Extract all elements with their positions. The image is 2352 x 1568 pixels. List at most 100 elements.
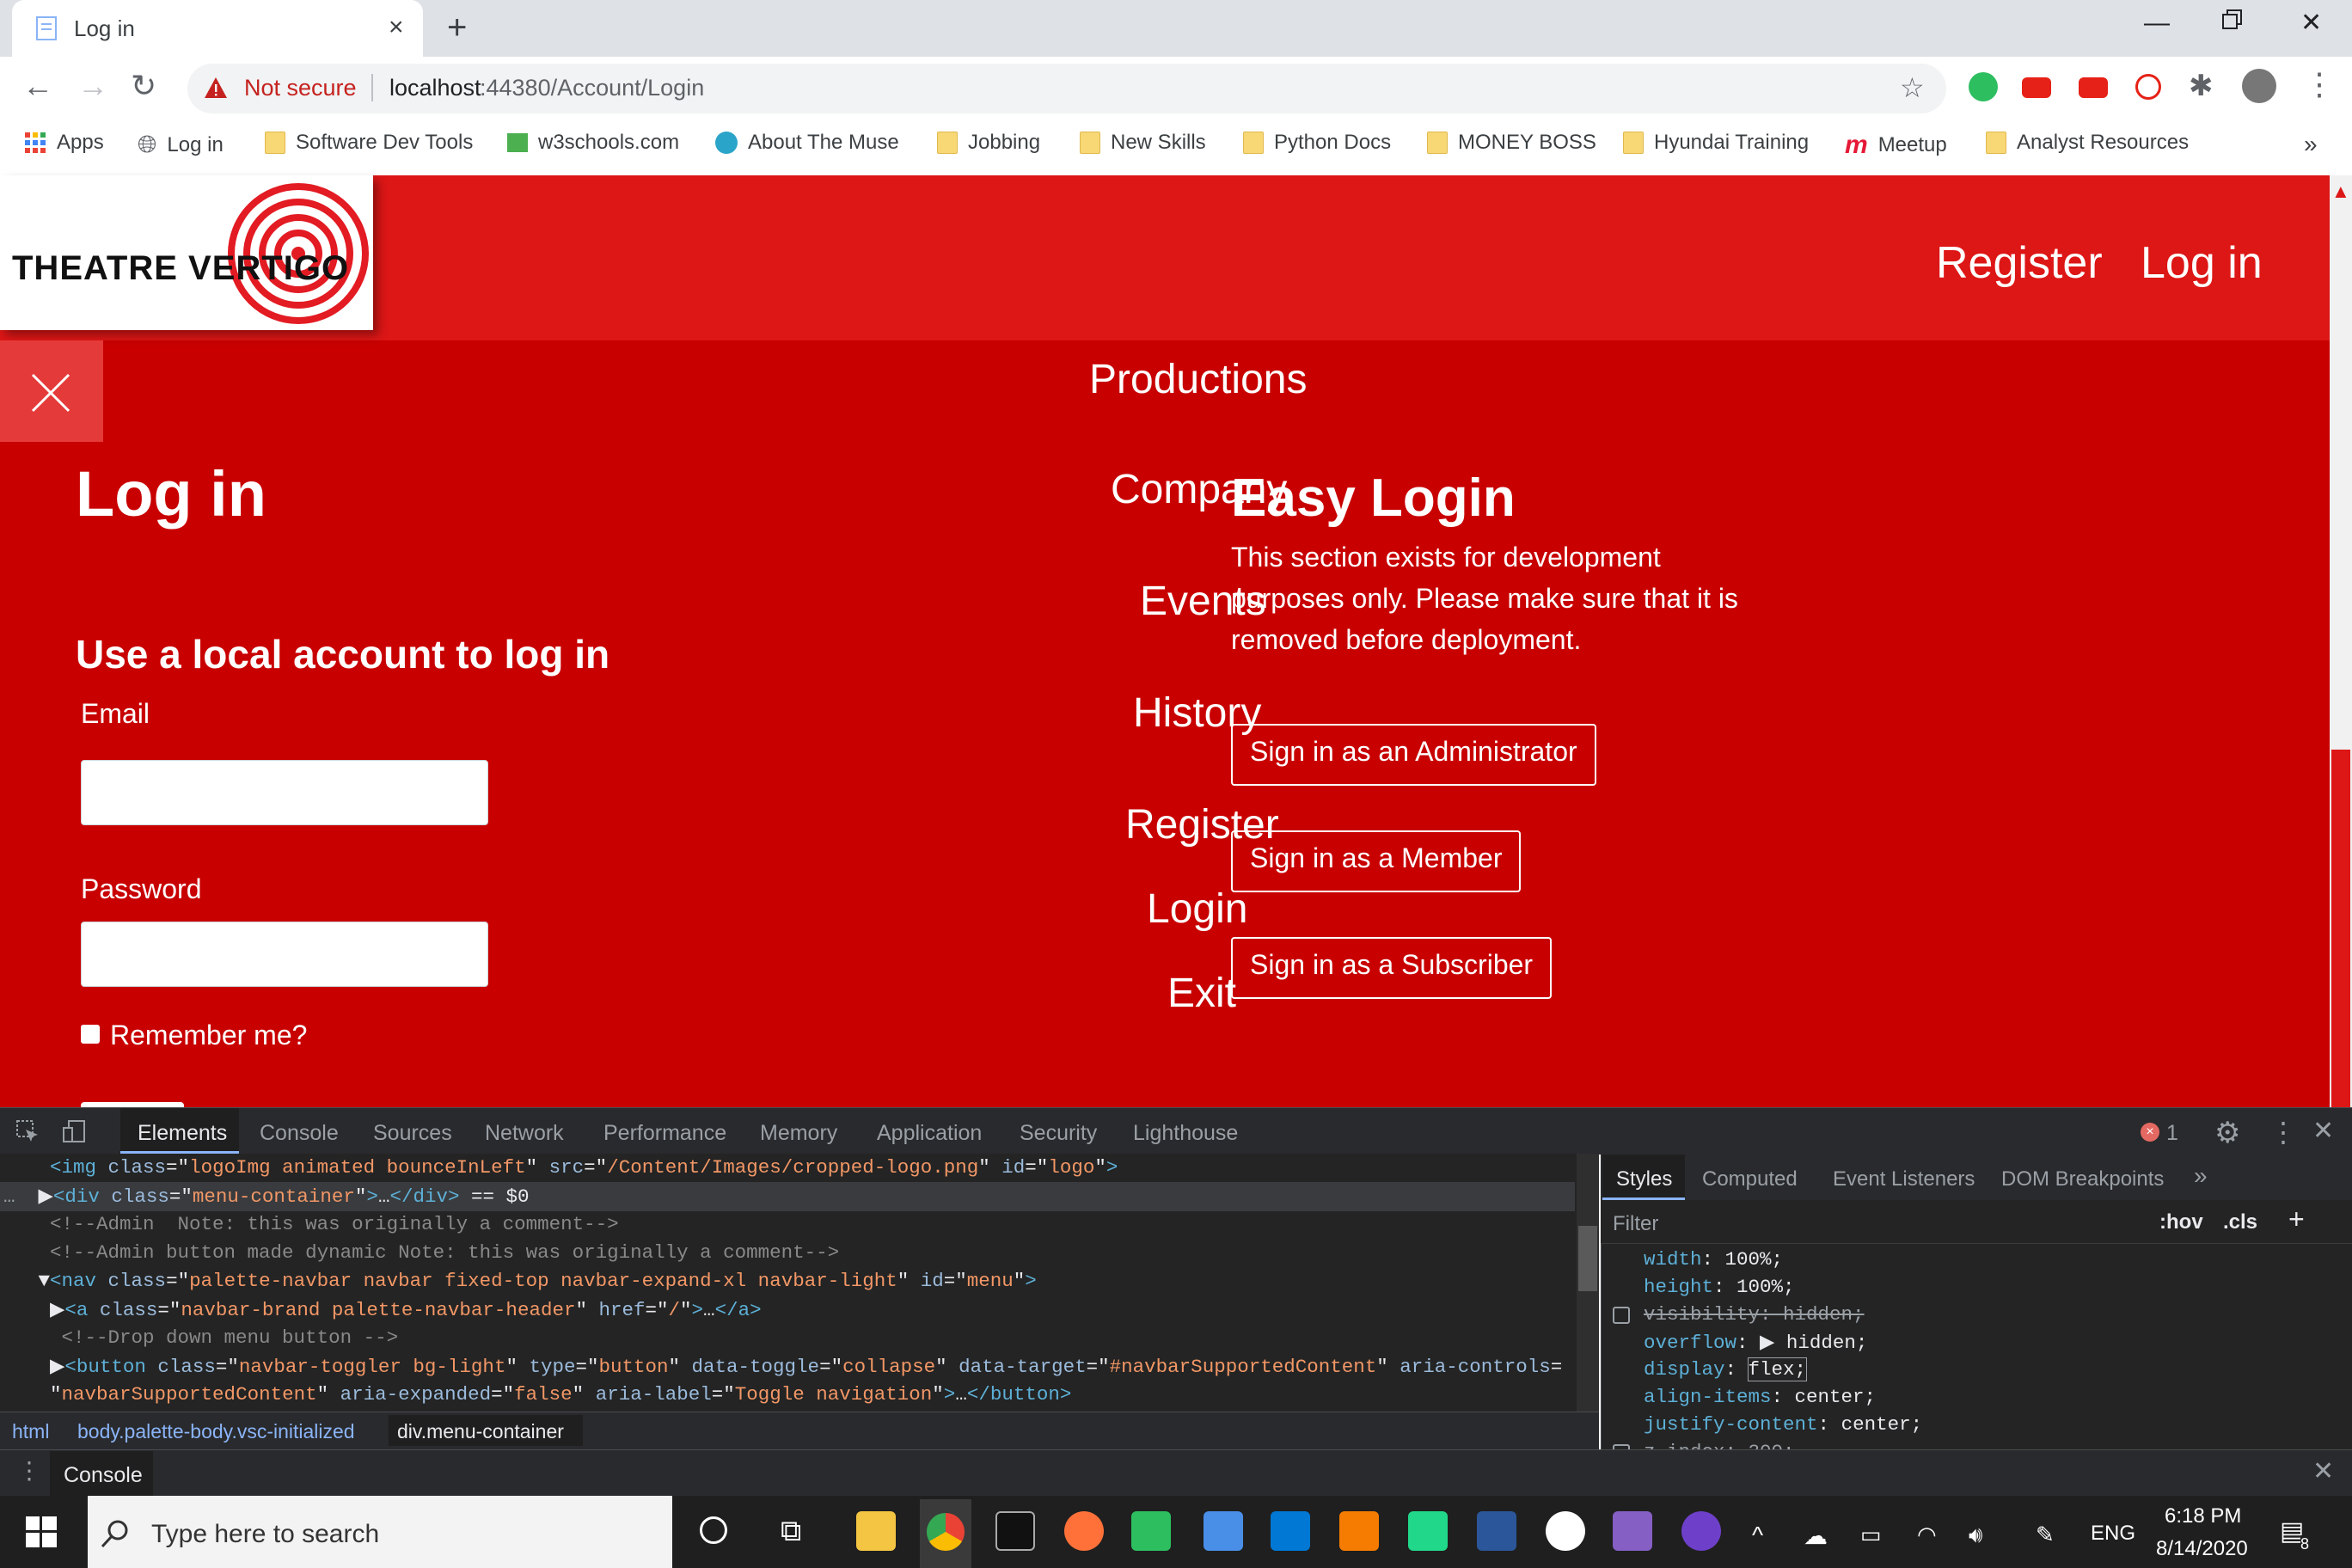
close-drawer-icon[interactable]: ✕	[2312, 1456, 2334, 1486]
inspect-element-icon[interactable]	[15, 1119, 40, 1143]
bookmark-w3schools[interactable]: w3schools.com	[507, 131, 679, 155]
terminal-icon[interactable]	[995, 1511, 1035, 1551]
youtube-dl-extension-icon[interactable]	[2079, 77, 2108, 98]
bookmark-analyst-resources[interactable]: Analyst Resources	[1986, 131, 2189, 155]
sign-in-member-button[interactable]: Sign in as a Member	[1231, 830, 1522, 892]
bookmark-about-the-muse[interactable]: About The Muse	[715, 131, 899, 155]
password-field[interactable]	[81, 922, 488, 987]
forward-icon[interactable]: →	[77, 70, 108, 101]
css-declaration[interactable]: overflow: ▶ hidden;	[1644, 1331, 1867, 1354]
new-style-rule-icon[interactable]: +	[2288, 1204, 2305, 1235]
volume-icon[interactable]: 🔊︎	[1969, 1522, 1982, 1549]
record-extension-icon[interactable]	[2135, 74, 2161, 100]
tray-overflow-icon[interactable]: ^	[1752, 1522, 1763, 1549]
bookmark-python-docs[interactable]: Python Docs	[1243, 131, 1391, 155]
dom-line[interactable]: … ▶<div class="menu-container">…</div> =…	[3, 1185, 529, 1208]
styles-tab-computed[interactable]: Computed	[1702, 1167, 1798, 1191]
bookmark-jobbing[interactable]: Jobbing	[937, 131, 1040, 155]
css-value[interactable]: 100%;	[1725, 1248, 1784, 1271]
css-value[interactable]: flex;	[1747, 1357, 1808, 1381]
more-bookmarks-icon[interactable]: »	[2304, 131, 2318, 158]
not-secure-label[interactable]: Not secure	[244, 75, 357, 101]
css-value[interactable]: center;	[1795, 1386, 1877, 1408]
breadcrumb-menu-container[interactable]: div.menu-container	[397, 1420, 564, 1443]
dom-line[interactable]: <!--Admin Note: this was originally a co…	[3, 1213, 619, 1235]
close-tab-icon[interactable]: ×	[389, 15, 404, 40]
devtools-tab-elements[interactable]: Elements	[138, 1121, 227, 1146]
back-icon[interactable]: ←	[22, 70, 53, 101]
pen-icon[interactable]: ✎	[2036, 1522, 2055, 1548]
bookmark-software-dev-tools[interactable]: Software Dev Tools	[265, 131, 473, 155]
css-property[interactable]: overflow	[1644, 1332, 1736, 1354]
breadcrumb-body[interactable]: body.palette-body.vsc-initialized	[77, 1420, 355, 1443]
dom-line[interactable]: ▼<nav class="palette-navbar navbar fixed…	[3, 1270, 1037, 1292]
dom-tree-scrollbar-thumb[interactable]	[1578, 1226, 1597, 1291]
devtools-tab-sources[interactable]: Sources	[373, 1121, 452, 1146]
email-field[interactable]	[81, 760, 488, 825]
sign-in-subscriber-button[interactable]: Sign in as a Subscriber	[1231, 937, 1553, 999]
github-desktop-icon[interactable]	[1681, 1511, 1721, 1551]
devtools-tab-lighthouse[interactable]: Lighthouse	[1133, 1121, 1238, 1146]
devtools-tab-application[interactable]: Application	[877, 1121, 982, 1146]
dom-line[interactable]: "navbarSupportedContent" aria-expanded="…	[3, 1383, 1071, 1406]
styles-tab-event-listeners[interactable]: Event Listeners	[1833, 1167, 1975, 1191]
reload-icon[interactable]: ↻	[131, 70, 156, 101]
css-value[interactable]: center;	[1841, 1413, 1923, 1436]
vscode-icon[interactable]	[1271, 1511, 1310, 1551]
remember-me-checkbox[interactable]	[81, 1025, 100, 1044]
battery-icon[interactable]: ▭	[1860, 1522, 1882, 1548]
devtools-tab-performance[interactable]: Performance	[603, 1121, 726, 1146]
warning-icon[interactable]	[203, 76, 229, 100]
menu-item-exit[interactable]: Exit	[1167, 970, 1236, 1017]
pycharm-icon[interactable]	[1408, 1511, 1448, 1551]
evernote-icon[interactable]	[1131, 1511, 1171, 1551]
css-property[interactable]: width	[1644, 1248, 1702, 1271]
file-explorer-icon[interactable]	[856, 1511, 896, 1551]
console-drawer-tab[interactable]: Console	[64, 1463, 143, 1488]
dom-line[interactable]: <!--Drop down menu button -->	[3, 1326, 399, 1349]
error-icon[interactable]: ×	[2141, 1123, 2159, 1142]
devtools-tab-security[interactable]: Security	[1020, 1121, 1097, 1146]
close-window-icon[interactable]: ✕	[2300, 10, 2322, 36]
css-property[interactable]: visibility	[1644, 1303, 1760, 1326]
css-property[interactable]: align-items	[1644, 1386, 1772, 1408]
css-value[interactable]: 100%;	[1736, 1276, 1795, 1298]
devtools-close-icon[interactable]: ✕	[2312, 1116, 2334, 1146]
css-declaration[interactable]: justify-content: center;	[1644, 1413, 1922, 1436]
css-property[interactable]: height	[1644, 1276, 1713, 1298]
new-tab-icon[interactable]: +	[447, 10, 467, 45]
bookmark-new-skills[interactable]: New Skills	[1080, 131, 1206, 155]
cortana-icon[interactable]	[700, 1516, 727, 1544]
css-property[interactable]: display	[1644, 1358, 1725, 1381]
bookmark-apps[interactable]: Apps	[24, 131, 104, 155]
devtools-tab-network[interactable]: Network	[485, 1121, 564, 1146]
sign-in-administrator-button[interactable]: Sign in as an Administrator	[1231, 724, 1596, 786]
styles-filter-input[interactable]: Filter	[1613, 1212, 1658, 1236]
bookmark-log-in[interactable]: 🌐︎ Log in	[138, 131, 224, 159]
minimize-icon[interactable]: —	[2144, 10, 2170, 36]
evernote-extension-icon[interactable]	[1969, 72, 1998, 101]
scroll-up-icon[interactable]: ▲	[2331, 181, 2350, 203]
wifi-icon[interactable]: ◠	[1917, 1522, 1937, 1548]
menu-item-productions[interactable]: Productions	[1089, 356, 1307, 403]
styles-tab-more-icon[interactable]: »	[2194, 1162, 2208, 1190]
devtools-tab-console[interactable]: Console	[260, 1121, 339, 1146]
visual-studio-icon[interactable]	[1613, 1511, 1652, 1551]
task-view-icon[interactable]: ⧉	[781, 1515, 801, 1548]
extensions-puzzle-icon[interactable]: ✱	[2189, 70, 2214, 101]
windows-start-icon[interactable]	[26, 1516, 57, 1547]
language-indicator[interactable]: ENG	[2091, 1522, 2135, 1546]
css-property[interactable]: justify-content	[1644, 1413, 1818, 1436]
dom-line[interactable]: ▶<button class="navbar-toggler bg-light"…	[3, 1355, 1562, 1378]
chrome-taskbar-icon[interactable]	[927, 1513, 965, 1551]
page-scrollbar-thumb[interactable]	[2331, 750, 2350, 1107]
css-declaration[interactable]: width: 100%;	[1644, 1248, 1783, 1271]
xampp-icon[interactable]	[1339, 1511, 1379, 1551]
styles-tab-styles[interactable]: Styles	[1616, 1167, 1672, 1191]
css-value[interactable]: hidden;	[1783, 1303, 1865, 1326]
bookmark-money-boss[interactable]: MONEY BOSS	[1427, 131, 1596, 155]
css-declaration[interactable]: display: flex;	[1644, 1357, 1808, 1381]
devtools-settings-gear-icon[interactable]: ⚙	[2214, 1116, 2240, 1150]
css-declaration[interactable]: visibility: hidden;	[1613, 1303, 1865, 1326]
nav-register-link[interactable]: Register	[1936, 237, 2103, 289]
